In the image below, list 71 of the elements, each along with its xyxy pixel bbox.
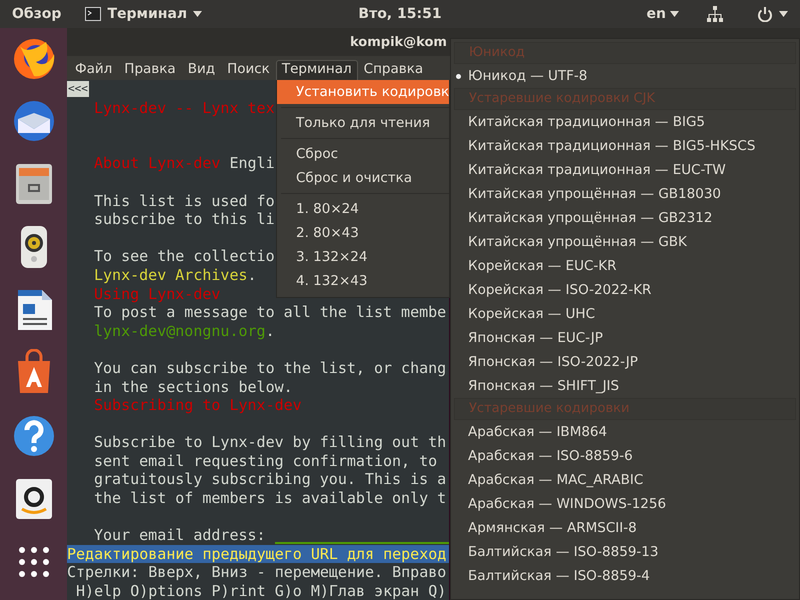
- terminal-text: To post a message to all the list membe: [94, 303, 446, 322]
- radio-menu-item[interactable]: Балтийская — ISO-8859-4: [451, 564, 799, 588]
- radio-menu-item[interactable]: Китайская традиционная — BIG5-HKSCS: [451, 134, 799, 158]
- caret-icon: [193, 11, 202, 17]
- section-heading: About Lynx-dev: [94, 154, 220, 173]
- terminal-icon: [85, 7, 102, 21]
- section-heading: Subscribing to Lynx-dev: [94, 396, 302, 415]
- radio-menu-item[interactable]: Корейская — UHC: [451, 302, 799, 326]
- radio-menu-item[interactable]: Балтийская — ISO-8859-13: [451, 540, 799, 564]
- menu-item[interactable]: Вид: [182, 60, 222, 80]
- email-link[interactable]: lynx-dev@nongnu.org: [94, 322, 266, 340]
- radio-menu-item[interactable]: Китайская традиционная — BIG5: [451, 110, 799, 134]
- radio-menu-item[interactable]: Арабская — WINDOWS-1256: [451, 492, 799, 516]
- menu-item[interactable]: 3. 132×24: [277, 245, 449, 269]
- radio-menu-item[interactable]: Японская — ISO-2022-JP: [451, 350, 799, 374]
- menu-item[interactable]: Справка: [358, 60, 430, 80]
- terminal-text: gratuitously subscribing you. This is a: [94, 470, 446, 490]
- terminal-text: the list of members is available only t: [94, 489, 446, 508]
- network-icon: [707, 6, 723, 22]
- terminal-text: Your email address:: [94, 526, 266, 545]
- menu-item[interactable]: 4. 132×43: [277, 269, 449, 293]
- caret-icon: [670, 11, 679, 17]
- radio-menu-item[interactable]: Арабская — MAC_ARABIC: [451, 468, 799, 492]
- radio-menu-item[interactable]: Японская — EUC-JP: [451, 326, 799, 350]
- section-heading: Lynx-dev -- Lynx tex: [94, 98, 275, 118]
- terminal-text: .: [248, 266, 257, 285]
- caret-icon: [779, 11, 788, 17]
- radio-menu-item[interactable]: Арабская — ISO-8859-6: [451, 444, 799, 468]
- menu-item[interactable]: Правка: [118, 60, 182, 80]
- terminal-text: This list is used fo: [94, 192, 275, 210]
- menu-item[interactable]: Сброс: [277, 142, 449, 166]
- terminal-text: sent email requesting confirmation, to: [94, 452, 438, 470]
- radio-menu-item[interactable]: Юникод — UTF-8: [451, 64, 799, 88]
- power-icon: [757, 6, 773, 22]
- menu-item[interactable]: 1. 80×24: [277, 197, 449, 221]
- terminal-text: To see the collectio: [94, 247, 275, 266]
- menu-item[interactable]: Файл: [69, 60, 118, 80]
- clock[interactable]: Вто, 15:51: [358, 6, 442, 22]
- radio-menu-item[interactable]: Японская — SHIFT_JIS: [451, 374, 799, 398]
- section-header: Устаревшие кодировки: [454, 398, 796, 420]
- radio-menu-item[interactable]: Корейская — EUC-KR: [451, 254, 799, 278]
- menu-item[interactable]: 2. 80×43: [277, 221, 449, 245]
- window-title: kompik@kom: [350, 34, 447, 50]
- section-header: Устаревшие кодировки CJK: [454, 88, 796, 110]
- terminal-text: Subscribe to Lynx-dev by filling out th: [94, 433, 446, 452]
- keyboard-layout-menu[interactable]: en: [646, 6, 679, 22]
- link[interactable]: Lynx-dev Archives: [94, 266, 248, 285]
- section-header: Юникод: [454, 42, 796, 64]
- menu-item[interactable]: Сброс и очистка: [277, 166, 449, 190]
- help-line: H)elp O)ptions P)rint G)o M)Глав экран Q): [75, 582, 448, 600]
- terminal-text: You can subscribe to the list, or chang: [94, 358, 446, 378]
- radio-menu-item[interactable]: Корейская — ISO-2022-KR: [451, 278, 799, 302]
- menu-item[interactable]: Поиск: [221, 60, 276, 80]
- radio-menu-item[interactable]: Китайская упрощённая — GB2312: [451, 206, 799, 230]
- menu-item[interactable]: Только для чтения: [277, 111, 449, 135]
- help-line: Стрелки: Вверх, Вниз - перемещение. Вправо: [67, 563, 448, 582]
- terminal-text: subscribe to this li: [94, 210, 275, 229]
- back-marker[interactable]: <<<: [67, 81, 89, 98]
- terminal-text: .: [266, 322, 275, 340]
- radio-menu-item[interactable]: Китайская упрощённая — GBK: [451, 230, 799, 254]
- menu-item[interactable]: Терминал: [276, 60, 358, 80]
- radio-menu-item[interactable]: Китайская упрощённая — GB18030: [451, 182, 799, 206]
- terminal-text: in the sections below.: [94, 378, 293, 396]
- radio-menu-item[interactable]: Армянская — ARMSCII-8: [451, 516, 799, 540]
- radio-menu-item[interactable]: Китайская традиционная — EUC-TW: [451, 158, 799, 182]
- terminal-text: Engli: [228, 154, 275, 173]
- section-heading: Using Lynx-dev: [94, 284, 220, 304]
- radio-menu-item[interactable]: Арабская — IBM864: [451, 420, 799, 444]
- app-menu[interactable]: Терминал: [85, 6, 202, 22]
- status-prompt: Редактирование предыдущего URL для переход: [67, 544, 449, 564]
- activities-button[interactable]: Обзор: [8, 6, 66, 22]
